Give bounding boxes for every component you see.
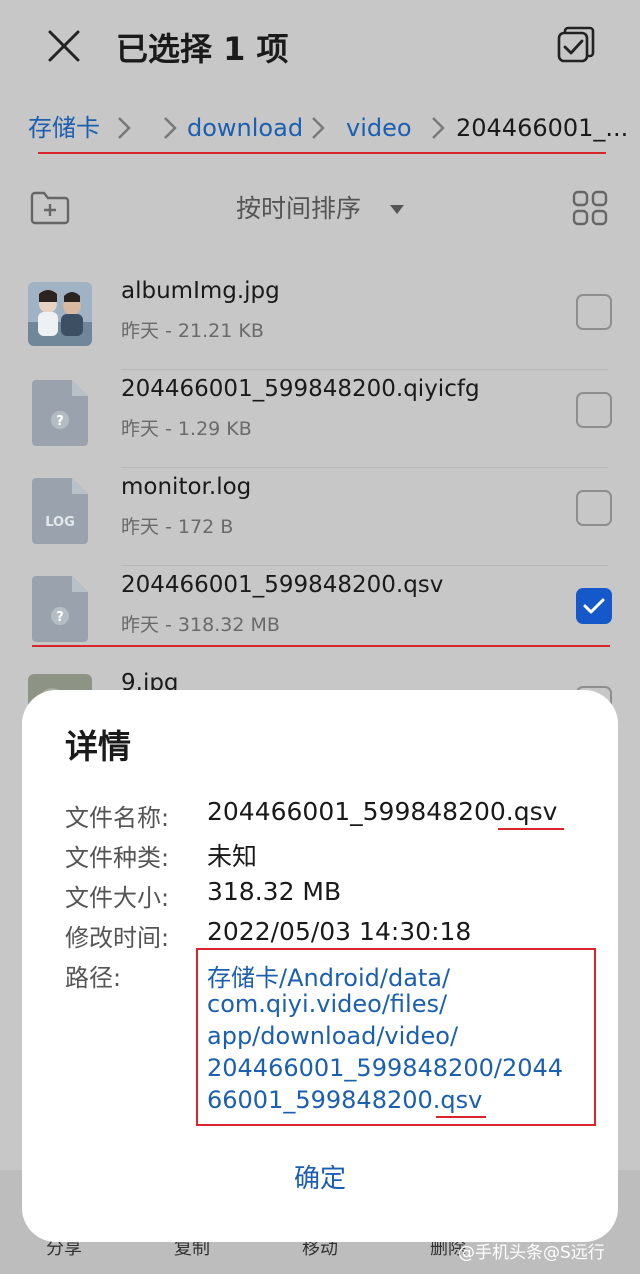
breadcrumb-current-folder[interactable]: 204466001_... xyxy=(456,110,628,146)
log-icon-label: LOG xyxy=(45,515,75,530)
file-name: 204466001_599848200.qiyicfg xyxy=(121,376,480,402)
breadcrumb-video[interactable]: video xyxy=(346,110,412,146)
top-app-bar: 已选择 1 项 xyxy=(0,0,640,95)
file-type-value: 未知 xyxy=(207,842,258,871)
checkmark-icon xyxy=(583,598,605,614)
path-line: 66001_599848200.qsv xyxy=(207,1086,483,1114)
unknown-file-icon: ? xyxy=(32,576,88,642)
annotation-underline xyxy=(38,152,606,154)
modified-time-label: 修改时间: xyxy=(65,924,170,952)
path-line: 存储卡/Android/data/ xyxy=(207,964,451,992)
details-dialog: 详情 文件名称: 204466001_599848200.qsv 文件种类: 未… xyxy=(22,690,618,1242)
modified-time-value: 2022/05/03 14:30:18 xyxy=(207,917,472,946)
file-checkbox[interactable] xyxy=(576,392,612,428)
annotation-underline xyxy=(32,645,610,647)
breadcrumb-download[interactable]: download xyxy=(187,110,303,146)
chevron-right-icon xyxy=(430,114,446,142)
annotation-underline xyxy=(498,828,564,830)
file-name-label: 文件名称: xyxy=(65,804,170,832)
selection-title: 已选择 1 项 xyxy=(116,30,289,68)
file-meta: 昨天 - 318.32 MB xyxy=(121,614,280,636)
chevron-right-icon xyxy=(162,114,178,142)
file-type-label: 文件种类: xyxy=(65,844,170,872)
path-line: com.qiyi.video/files/ xyxy=(207,990,448,1018)
breadcrumb-storage-card[interactable]: 存储卡 xyxy=(28,110,100,146)
file-size-value: 318.32 MB xyxy=(207,877,342,906)
log-file-icon: LOG xyxy=(32,478,88,544)
confirm-button[interactable]: 确定 xyxy=(262,1156,378,1202)
file-meta: 昨天 - 21.21 KB xyxy=(121,320,264,342)
file-name-value: 204466001_599848200.qsv xyxy=(207,797,558,826)
file-row[interactable]: albumImg.jpg 昨天 - 21.21 KB xyxy=(0,272,640,370)
grid-view-icon[interactable] xyxy=(572,190,608,226)
new-folder-icon[interactable] xyxy=(30,190,70,226)
file-row[interactable]: ? 204466001_599848200.qiyicfg 昨天 - 1.29 … xyxy=(0,370,640,468)
caret-down-icon xyxy=(390,205,404,214)
file-name: 204466001_599848200.qsv xyxy=(121,572,444,598)
annotation-underline xyxy=(436,1116,486,1118)
chevron-right-icon xyxy=(116,114,132,142)
file-meta: 昨天 - 1.29 KB xyxy=(121,418,252,440)
path-label: 路径: xyxy=(65,964,122,992)
path-line: 204466001_599848200/2044 xyxy=(207,1054,564,1082)
dialog-title: 详情 xyxy=(65,727,131,766)
file-meta: 昨天 - 172 B xyxy=(121,516,234,538)
path-line: app/download/video/ xyxy=(207,1022,459,1050)
chevron-right-icon xyxy=(310,114,326,142)
file-row-selected[interactable]: ? 204466001_599848200.qsv 昨天 - 318.32 MB xyxy=(0,566,640,664)
close-icon[interactable] xyxy=(44,26,84,66)
file-checkbox[interactable] xyxy=(576,490,612,526)
svg-text:?: ? xyxy=(56,610,64,625)
sort-by-time-button[interactable]: 按时间排序 xyxy=(236,192,361,226)
breadcrumb: 存储卡 download video 204466001_... xyxy=(28,110,628,150)
file-checkbox-checked[interactable] xyxy=(576,588,612,624)
file-name: monitor.log xyxy=(121,474,252,500)
watermark: @手机头条@S远行 xyxy=(458,1243,605,1263)
select-all-icon[interactable] xyxy=(556,26,596,66)
file-row[interactable]: LOG monitor.log 昨天 - 172 B xyxy=(0,468,640,566)
image-thumbnail xyxy=(28,282,92,346)
file-name: albumImg.jpg xyxy=(121,278,280,304)
list-toolbar: 按时间排序 xyxy=(0,180,640,240)
file-size-label: 文件大小: xyxy=(65,884,170,912)
file-checkbox[interactable] xyxy=(576,294,612,330)
svg-text:?: ? xyxy=(56,414,64,429)
unknown-file-icon: ? xyxy=(32,380,88,446)
